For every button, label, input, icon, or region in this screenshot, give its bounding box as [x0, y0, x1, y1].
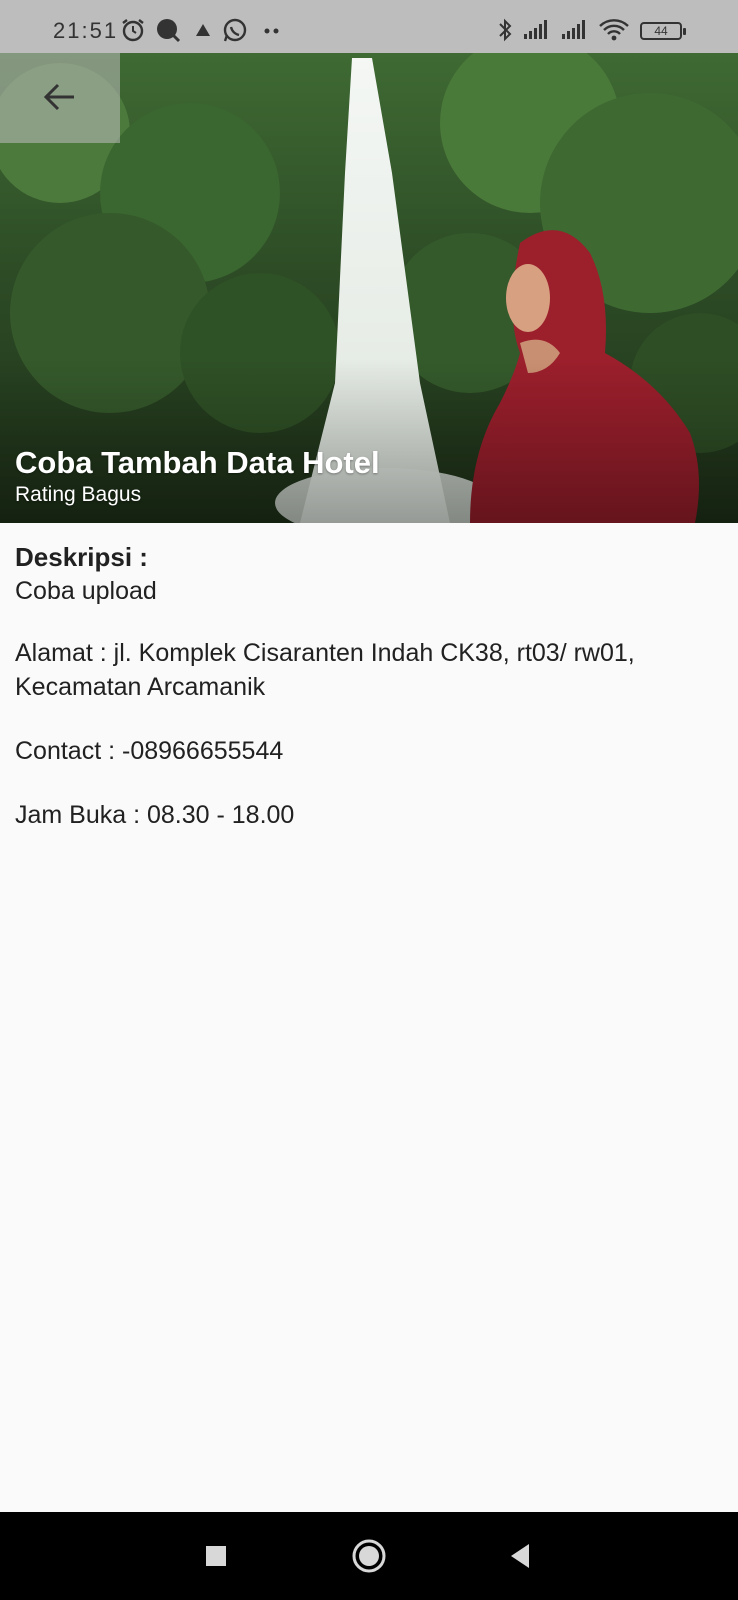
alarm-icon [120, 17, 146, 48]
recents-button[interactable] [166, 1512, 266, 1600]
chat-bubble-icon [155, 17, 181, 48]
whatsapp-icon [222, 17, 248, 48]
wifi-icon [598, 17, 630, 48]
more-dots-icon [262, 17, 282, 48]
recents-square-icon [206, 1546, 226, 1566]
back-button[interactable] [0, 53, 120, 143]
page-title: Coba Tambah Data Hotel [15, 445, 380, 480]
battery-icon: 44 [640, 22, 686, 40]
home-button[interactable] [319, 1512, 419, 1600]
signal-icon [522, 17, 552, 48]
arrow-app-icon [193, 17, 213, 48]
home-circle-icon [352, 1539, 386, 1573]
opening-hours-text: Jam Buka : 08.30 - 18.00 [15, 801, 295, 829]
back-triangle-icon [511, 1544, 529, 1568]
system-nav-bar [0, 1512, 738, 1600]
nav-back-button[interactable] [470, 1512, 570, 1600]
signal-icon [560, 17, 590, 48]
status-bar: 21:51 44 [0, 0, 738, 53]
hotel-details: Deskripsi : Coba upload Alamat : jl. Kom… [15, 540, 715, 832]
contact-text: Contact : -08966655544 [15, 737, 284, 765]
description-heading: Deskripsi : [15, 542, 148, 572]
arrow-left-icon [43, 83, 74, 111]
status-time: 21:51 [53, 18, 119, 43]
description-text: Coba upload [15, 577, 157, 605]
hero-image: Coba Tambah Data Hotel Rating Bagus [0, 53, 738, 523]
address-text: Alamat : jl. Komplek Cisaranten Indah CK… [15, 639, 635, 701]
bluetooth-icon [496, 17, 514, 48]
rating-label: Rating Bagus [15, 483, 142, 506]
